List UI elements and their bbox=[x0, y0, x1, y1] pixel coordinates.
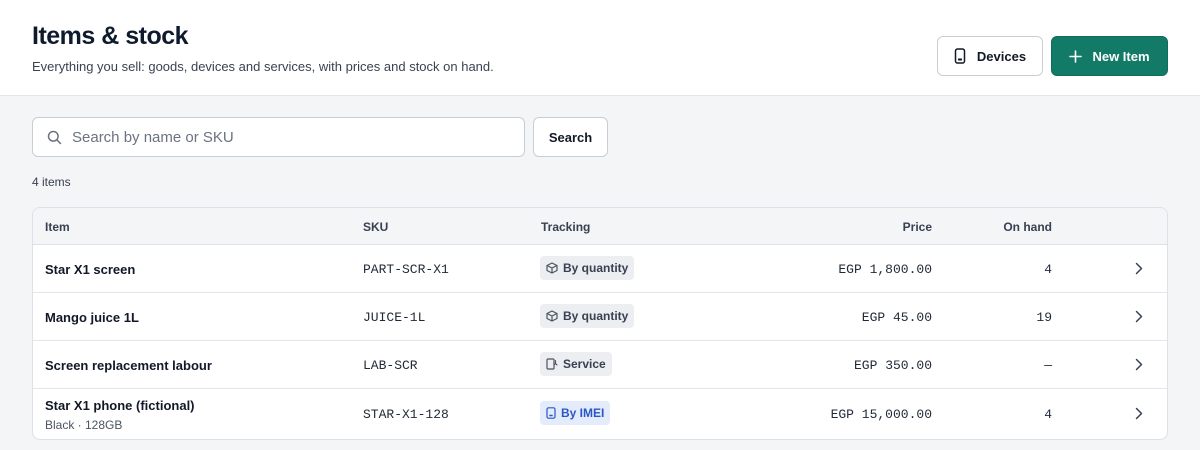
new-item-button-label: New Item bbox=[1092, 48, 1150, 64]
tracking-badge: Service bbox=[540, 352, 612, 376]
item-price: EGP 45.00 bbox=[861, 310, 932, 325]
plus-icon bbox=[1069, 49, 1083, 63]
phone-icon bbox=[546, 407, 556, 419]
item-on-hand: 4 bbox=[1044, 262, 1052, 277]
tracking-label: Service bbox=[563, 357, 606, 371]
search-input[interactable] bbox=[72, 128, 502, 146]
tracking-label: By IMEI bbox=[561, 406, 605, 420]
item-on-hand: 4 bbox=[1044, 407, 1052, 422]
item-name: Screen replacement labour bbox=[45, 358, 212, 373]
item-on-hand: 19 bbox=[1036, 310, 1052, 325]
new-item-button[interactable]: New Item bbox=[1051, 36, 1168, 76]
devices-button-label: Devices bbox=[976, 48, 1027, 64]
search-icon bbox=[47, 130, 62, 145]
phone-icon bbox=[954, 48, 966, 64]
tracking-badge: By IMEI bbox=[540, 401, 611, 425]
items-table: Item SKU Tracking Price On hand Star X1 … bbox=[32, 207, 1168, 440]
item-sku: LAB-SCR bbox=[363, 358, 418, 373]
item-sku: JUICE-1L bbox=[363, 310, 426, 325]
devices-button[interactable]: Devices bbox=[937, 36, 1043, 76]
table-row[interactable]: Star X1 screen PART-SCR-X1 By quantity E… bbox=[33, 245, 1167, 293]
column-header-on-hand: On hand bbox=[1003, 220, 1052, 234]
column-header-tracking: Tracking bbox=[541, 220, 591, 234]
table-row[interactable]: Star X1 phone (fictional) Black · 128GB … bbox=[33, 389, 1167, 439]
column-header-sku: SKU bbox=[363, 220, 389, 234]
chevron-right-icon[interactable] bbox=[1135, 407, 1143, 420]
search-field[interactable] bbox=[32, 117, 525, 157]
item-name: Star X1 screen bbox=[45, 262, 136, 277]
item-price: EGP 350.00 bbox=[853, 358, 932, 373]
box-icon bbox=[546, 310, 558, 322]
column-header-price: Price bbox=[902, 220, 932, 234]
box-icon bbox=[546, 262, 558, 274]
tracking-label: By quantity bbox=[563, 309, 629, 323]
tracking-label: By quantity bbox=[563, 261, 629, 275]
search-button[interactable]: Search bbox=[533, 117, 608, 157]
column-header-item: Item bbox=[45, 220, 70, 234]
tracking-badge: By quantity bbox=[540, 256, 635, 280]
item-name: Mango juice 1L bbox=[45, 310, 139, 325]
page-header: Items & stock Everything you sell: goods… bbox=[0, 0, 1200, 96]
item-name: Star X1 phone (fictional) bbox=[45, 398, 195, 413]
tracking-badge: By quantity bbox=[540, 304, 635, 328]
service-icon bbox=[546, 358, 558, 370]
chevron-right-icon[interactable] bbox=[1135, 358, 1143, 371]
chevron-right-icon[interactable] bbox=[1135, 310, 1143, 323]
item-count: 4 items bbox=[32, 175, 71, 189]
table-row[interactable]: Screen replacement labour LAB-SCR Servic… bbox=[33, 341, 1167, 389]
page-title: Items & stock bbox=[32, 22, 189, 50]
chevron-right-icon[interactable] bbox=[1135, 262, 1143, 275]
item-sku: PART-SCR-X1 bbox=[363, 262, 449, 277]
table-header: Item SKU Tracking Price On hand bbox=[33, 208, 1167, 245]
item-price: EGP 1,800.00 bbox=[838, 262, 932, 277]
table-row[interactable]: Mango juice 1L JUICE-1L By quantity EGP … bbox=[33, 293, 1167, 341]
page-subtitle: Everything you sell: goods, devices and … bbox=[32, 59, 494, 74]
item-sku: STAR-X1-128 bbox=[363, 407, 449, 422]
item-price: EGP 15,000.00 bbox=[830, 407, 932, 422]
item-on-hand: — bbox=[1044, 358, 1052, 373]
item-variant: Black · 128GB bbox=[45, 418, 123, 432]
